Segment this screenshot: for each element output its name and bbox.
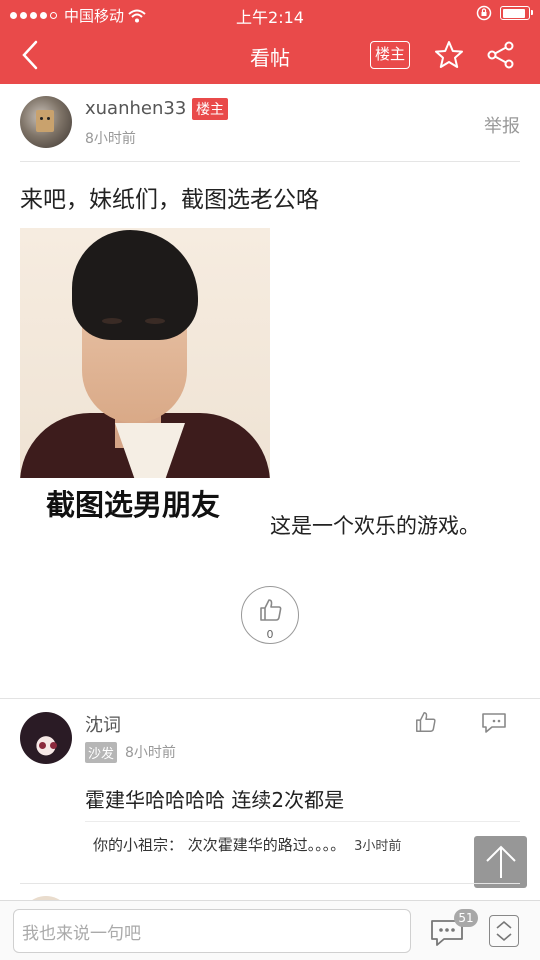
- reply-user[interactable]: 你的小祖宗：: [93, 836, 183, 854]
- post-image[interactable]: [20, 228, 270, 478]
- author-avatar[interactable]: [20, 96, 72, 148]
- comment-reply-icon[interactable]: [480, 711, 508, 735]
- top-bar: 中国移动 上午2:14 看帖 楼主: [0, 0, 540, 84]
- status-time: 上午2:14: [236, 8, 304, 27]
- post-like-button[interactable]: 0: [241, 586, 299, 644]
- battery-icon: [500, 6, 533, 20]
- post-like-count: 0: [266, 628, 274, 641]
- section-divider: [0, 698, 540, 699]
- comment-divider: [20, 883, 520, 884]
- bottom-bar: 我也来说一句吧 51: [0, 900, 540, 960]
- image-caption: 截图选男朋友: [46, 488, 221, 522]
- reply-divider: [85, 821, 520, 822]
- comment-like-icon[interactable]: [414, 710, 438, 734]
- status-right: [476, 5, 533, 21]
- arrow-up-icon: [486, 845, 516, 878]
- commenter-avatar[interactable]: [20, 712, 72, 764]
- post-header: xuanhen33 楼主 8小时前 举报: [20, 96, 520, 162]
- star-icon[interactable]: [434, 40, 464, 70]
- comment-count-badge: 51: [454, 909, 478, 927]
- orientation-lock-icon: [476, 5, 492, 21]
- comment-text: 霍建华哈哈哈哈 连续2次都是: [85, 788, 345, 812]
- thumbs-up-icon: [260, 599, 282, 621]
- owner-only-button[interactable]: 楼主: [370, 41, 411, 69]
- status-bar: 中国移动 上午2:14: [0, 0, 540, 28]
- post-title: 来吧，妹纸们，截图选老公咯: [20, 187, 319, 213]
- post-time: 8小时前: [85, 131, 136, 147]
- nav-bar: 看帖 楼主: [0, 28, 540, 84]
- sub-reply[interactable]: 你的小祖宗： 次次霍建华的路过。。。。 3小时前: [93, 834, 401, 855]
- commenter-name[interactable]: 沈词: [85, 711, 121, 737]
- author-name[interactable]: xuanhen33: [85, 98, 186, 119]
- floor-badge: 沙发: [85, 742, 118, 763]
- comment-time: 8小时前: [125, 745, 176, 761]
- share-icon[interactable]: [486, 40, 516, 70]
- comment-input[interactable]: 我也来说一句吧: [13, 909, 411, 953]
- reply-time: 3小时前: [354, 839, 402, 854]
- scroll-to-top-button[interactable]: [474, 836, 527, 888]
- post-body: 这是一个欢乐的游戏。: [270, 514, 480, 538]
- author-badge: 楼主: [192, 98, 228, 120]
- reply-text: 次次霍建华的路过。。。。: [187, 836, 346, 854]
- report-button[interactable]: 举报: [484, 112, 520, 138]
- up-down-icon: [496, 920, 512, 942]
- page-nav-button[interactable]: [489, 915, 519, 947]
